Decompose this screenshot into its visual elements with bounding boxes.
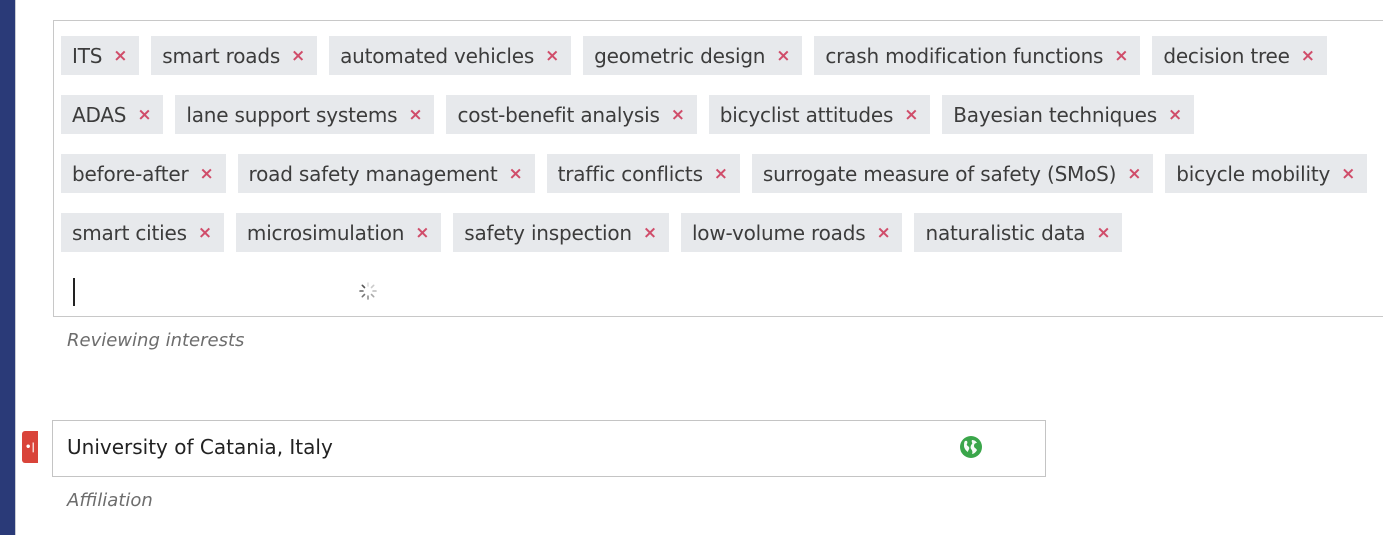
tag-remove-icon[interactable]: × (198, 223, 212, 243)
tag-remove-icon[interactable]: × (545, 46, 559, 66)
tag-chip: before-after × (61, 154, 226, 193)
tag-label: lane support systems (186, 102, 398, 127)
tag-chip: low-volume roads × (680, 213, 903, 252)
tag-remove-icon[interactable]: × (904, 105, 918, 125)
tag-remove-icon[interactable]: × (876, 223, 890, 243)
tag-label: Bayesian techniques (953, 102, 1157, 127)
tag-chip: traffic conflicts × (546, 154, 740, 193)
tag-chip: Bayesian techniques × (942, 95, 1195, 134)
tag-label: low-volume roads (691, 220, 866, 245)
tag-label: cost-benefit analysis (457, 102, 660, 127)
reviewing-interests-help: Reviewing interests (67, 330, 245, 351)
tag-chip: ADAS × (61, 95, 164, 134)
tag-label: traffic conflicts (557, 161, 703, 186)
tag-chip: cost-benefit analysis × (446, 95, 697, 134)
tag-chip: lane support systems × (175, 95, 435, 134)
tag-remove-icon[interactable]: × (1341, 164, 1355, 184)
tag-label: bicycle mobility (1176, 161, 1331, 186)
tag-chip: smart cities × (61, 213, 224, 252)
tag-label: automated vehicles (340, 43, 535, 68)
tag-label: microsimulation (246, 220, 405, 245)
tag-label: crash modification functions (825, 43, 1104, 68)
required-marker: •| (22, 431, 38, 463)
tag-remove-icon[interactable]: × (415, 223, 429, 243)
tag-chip: ITS × (61, 36, 140, 75)
tag-text-input[interactable] (61, 272, 401, 311)
tag-label: safety inspection (464, 220, 632, 245)
tag-label: surrogate measure of safety (SMoS) (762, 161, 1117, 186)
tag-label: ITS (72, 43, 103, 68)
tag-chip: decision tree × (1152, 36, 1327, 75)
tag-remove-icon[interactable]: × (776, 46, 790, 66)
reviewing-interests-field[interactable]: ITS × smart roads × automated vehicles × geome… (53, 20, 1383, 317)
tag-label: smart roads (162, 43, 281, 68)
tag-remove-icon[interactable]: × (200, 164, 214, 184)
tag-remove-icon[interactable]: × (137, 105, 151, 125)
tag-label: road safety management (248, 161, 498, 186)
tag-chip: bicyclist attitudes × (708, 95, 931, 134)
tag-remove-icon[interactable]: × (1127, 164, 1141, 184)
tag-chip: bicycle mobility × (1165, 154, 1368, 193)
tag-chip: naturalistic data × (914, 213, 1123, 252)
tag-chip: geometric design × (583, 36, 803, 75)
globe-icon[interactable] (959, 435, 983, 459)
tag-remove-icon[interactable]: × (1096, 223, 1110, 243)
tag-label: before-after (72, 161, 189, 186)
tag-remove-icon[interactable]: × (1168, 105, 1182, 125)
tag-remove-icon[interactable]: × (291, 46, 305, 66)
tag-label: ADAS (72, 102, 127, 127)
affiliation-help: Affiliation (67, 490, 153, 511)
affiliation-input[interactable] (67, 435, 967, 459)
tag-label: naturalistic data (925, 220, 1086, 245)
tag-remove-icon[interactable]: × (113, 46, 127, 66)
tag-label: smart cities (72, 220, 187, 245)
tag-label: bicyclist attitudes (719, 102, 894, 127)
tag-label: geometric design (594, 43, 766, 68)
tag-label: decision tree (1163, 43, 1290, 68)
tag-chip: crash modification functions × (814, 36, 1141, 75)
tag-chip: surrogate measure of safety (SMoS) × (751, 154, 1154, 193)
text-caret (73, 277, 75, 306)
tag-chip: smart roads × (151, 36, 318, 75)
tag-chip: microsimulation × (235, 213, 442, 252)
loading-spinner-icon (359, 282, 377, 300)
tag-remove-icon[interactable]: × (1301, 46, 1315, 66)
affiliation-field[interactable] (52, 420, 1046, 477)
tag-remove-icon[interactable]: × (714, 164, 728, 184)
tag-remove-icon[interactable]: × (671, 105, 685, 125)
tag-chip: road safety management × (237, 154, 535, 193)
required-marker-glyph: •| (24, 441, 36, 453)
tag-chip: safety inspection × (453, 213, 669, 252)
tag-list: ITS × smart roads × automated vehicles × geome… (61, 36, 1381, 311)
tag-remove-icon[interactable]: × (509, 164, 523, 184)
tag-remove-icon[interactable]: × (408, 105, 422, 125)
tag-remove-icon[interactable]: × (643, 223, 657, 243)
tag-chip: automated vehicles × (329, 36, 572, 75)
tag-remove-icon[interactable]: × (1114, 46, 1128, 66)
